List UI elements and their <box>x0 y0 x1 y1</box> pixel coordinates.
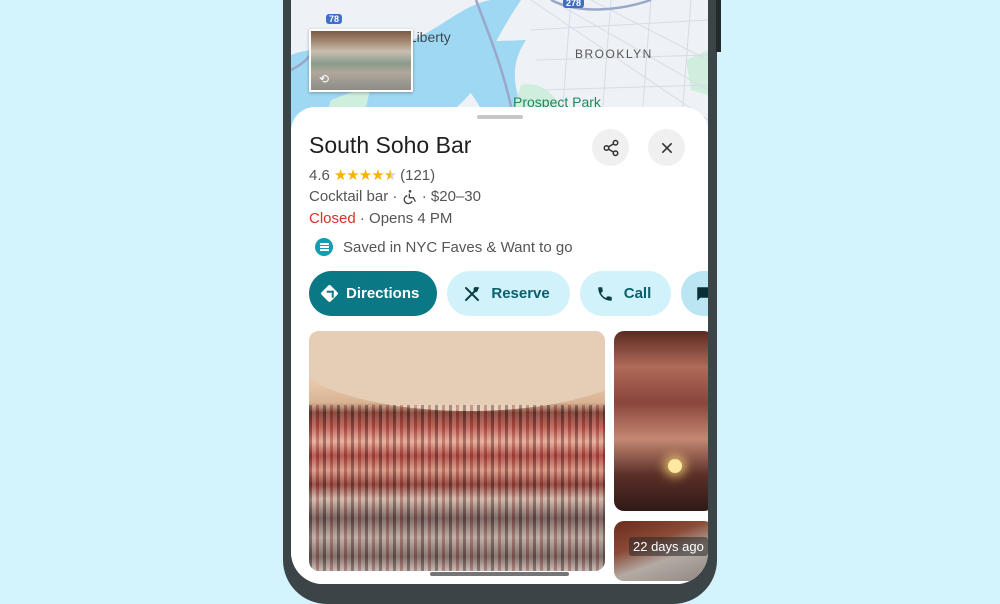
opening-time: Opens 4 PM <box>369 210 453 227</box>
review-count: (121) <box>400 166 436 184</box>
separator: · <box>355 210 370 227</box>
category-row: Cocktail bar · · $20–30 <box>309 188 481 205</box>
rating-row[interactable]: 4.6 ★★★★★ (121) <box>309 166 436 185</box>
action-chips: Directions Reserve Call <box>309 271 708 316</box>
highway-shield: 278 <box>563 0 585 8</box>
wheelchair-icon <box>403 189 416 204</box>
directions-button[interactable]: Directions <box>309 271 438 316</box>
photo-main[interactable] <box>309 331 605 571</box>
rotate-360-icon: ⟲ <box>319 72 330 86</box>
photo-date-label: 22 days ago <box>629 537 708 556</box>
highway-shield: 78 <box>326 14 343 24</box>
phone-screen: 78 278 f Liberty BROOKLYN Prospect Park … <box>291 0 708 584</box>
phone-icon <box>598 286 612 301</box>
saved-lists-row[interactable]: Saved in NYC Faves & Want to go <box>315 238 573 256</box>
hours-row[interactable]: Closed · Opens 4 PM <box>309 210 452 227</box>
message-button[interactable] <box>681 271 708 316</box>
place-category: Cocktail bar <box>309 188 389 205</box>
separator: · <box>388 188 402 205</box>
place-sheet: South Soho Bar 4.6 ★★★★★ (121) Cocktail … <box>291 107 708 584</box>
star-rating: ★★★★★ <box>333 167 397 184</box>
reserve-label: Reserve <box>491 285 550 302</box>
place-title: South Soho Bar <box>309 132 472 158</box>
close-button[interactable] <box>648 129 685 166</box>
street-view-thumbnail[interactable]: ⟲ <box>309 29 413 92</box>
phone-side-button <box>716 0 721 52</box>
call-button[interactable]: Call <box>579 271 672 316</box>
rating-value: 4.6 <box>309 166 330 184</box>
message-icon <box>697 286 708 301</box>
share-icon <box>603 139 618 156</box>
price-range: $20–30 <box>430 188 481 205</box>
share-button[interactable] <box>592 129 629 166</box>
directions-icon <box>320 284 339 303</box>
candle-glow <box>668 459 682 473</box>
saved-lists-text: Saved in NYC Faves & Want to go <box>343 238 573 256</box>
saved-list-icon <box>315 238 333 256</box>
call-label: Call <box>623 285 652 302</box>
open-status: Closed <box>309 210 356 227</box>
map-label-brooklyn: BROOKLYN <box>575 47 653 61</box>
photo-bottles <box>309 405 605 571</box>
home-indicator[interactable] <box>430 572 569 576</box>
photo-arch <box>309 331 605 411</box>
reserve-button[interactable]: Reserve <box>447 271 570 316</box>
utensils-icon <box>465 286 480 301</box>
photo-side-top[interactable] <box>614 331 708 511</box>
directions-label: Directions <box>346 285 420 302</box>
drag-handle[interactable] <box>477 115 523 119</box>
half-star-icon: ★ <box>383 167 397 184</box>
separator: · <box>417 188 431 205</box>
close-icon <box>661 142 672 153</box>
photo-side-bottom[interactable]: 22 days ago <box>614 521 708 581</box>
